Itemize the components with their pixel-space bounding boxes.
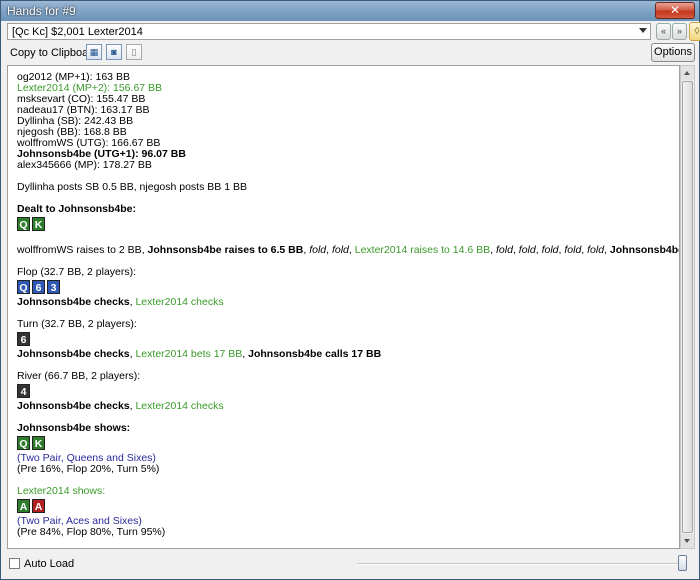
preflop-actions: wolffromWS raises to 2 BB, Johnsonsb4be …	[17, 244, 680, 256]
action-text: Johnsonsb4be calls 8.1 BB	[609, 244, 680, 256]
chevron-down-icon	[639, 28, 647, 33]
playing-card: Q	[17, 217, 30, 231]
showdown-cards: QK	[17, 436, 677, 452]
auto-load-checkbox[interactable]	[9, 558, 20, 569]
action-text: fold	[587, 244, 605, 256]
previous-hand-button[interactable]: «	[656, 23, 671, 40]
action-text: Johnsonsb4be calls 17 BB	[248, 348, 382, 360]
playing-card: A	[17, 499, 30, 513]
hole-cards: QK	[17, 217, 677, 233]
dealt-label: Dealt to Johnsonsb4be:	[17, 203, 137, 215]
action-text: Lexter2014 checks	[135, 400, 224, 412]
river-actions: Johnsonsb4be checks, Lexter2014 checks	[17, 401, 677, 412]
blinds-line: Dyllinha posts SB 0.5 BB, njegosh posts …	[17, 181, 247, 193]
clipboard-bar: Copy to Clipboard: ▦ ◙ ▯ Options	[5, 43, 695, 63]
close-button[interactable]: ✕	[655, 2, 695, 19]
hand-selector-dropdown[interactable]: [Qc Kc] $2,001 Lexter2014	[7, 23, 651, 40]
scroll-down-icon[interactable]	[681, 534, 694, 548]
playing-card: 6	[17, 332, 30, 346]
playing-card: 4	[17, 384, 30, 398]
options-button[interactable]: Options	[651, 43, 695, 62]
playing-card: Q	[17, 280, 30, 294]
next-hand-button[interactable]: »	[672, 23, 687, 40]
showdown-equity: (Pre 16%, Flop 20%, Turn 5%)	[17, 463, 160, 475]
turn-header: Turn (32.7 BB, 2 players):	[17, 318, 137, 330]
hand-selector-value: [Qc Kc] $2,001 Lexter2014	[12, 26, 143, 38]
showdown-equity: (Pre 84%, Flop 80%, Turn 95%)	[17, 526, 166, 538]
flop-cards: Q63	[17, 280, 677, 296]
playing-card: K	[32, 217, 45, 231]
player-stack-line: alex345666 (MP): 178.27 BB	[17, 159, 152, 171]
action-text: fold	[331, 244, 349, 256]
action-text: fold	[496, 244, 513, 256]
playing-card: 6	[32, 280, 45, 294]
showdown-cards: AA	[17, 499, 677, 515]
flop-header: Flop (32.7 BB, 2 players):	[17, 266, 137, 278]
turn-cards: 6	[17, 332, 677, 348]
action-text: Lexter2014 raises to 14.6 BB	[354, 244, 491, 256]
zoom-slider-thumb[interactable]	[678, 555, 687, 571]
scrollbar-thumb[interactable]	[682, 81, 693, 533]
river-header: River (66.7 BB, 2 players):	[17, 370, 141, 382]
bottom-bar: Auto Load	[5, 554, 695, 576]
auto-load-label: Auto Load	[24, 558, 75, 570]
hands-window: Hands for #9 ✕ [Qc Kc] $2,001 Lexter2014…	[0, 0, 700, 580]
window-title: Hands for #9	[7, 4, 76, 18]
hand-history-text: og2012 (MP+1): 163 BB Lexter2014 (MP+2): …	[17, 72, 680, 548]
tag-icon[interactable]: ◊	[689, 22, 700, 41]
action-text: Johnsonsb4be checks	[17, 348, 130, 360]
action-text: wolffromWS raises to 2 BB	[17, 244, 142, 256]
title-bar[interactable]: Hands for #9 ✕	[1, 1, 699, 21]
hand-history-view[interactable]: og2012 (MP+1): 163 BB Lexter2014 (MP+2): …	[7, 65, 680, 549]
action-text: fold	[564, 244, 582, 256]
action-text: Lexter2014 bets 17 BB	[135, 348, 243, 360]
zoom-slider-track[interactable]	[357, 563, 687, 565]
document-icon[interactable]: ▯	[126, 44, 142, 60]
flop-actions: Johnsonsb4be checks, Lexter2014 checks	[17, 297, 677, 308]
playing-card: 3	[47, 280, 60, 294]
playing-card: A	[32, 499, 45, 513]
turn-actions: Johnsonsb4be checks, Lexter2014 bets 17 …	[17, 349, 677, 360]
action-text: Johnsonsb4be raises to 6.5 BB	[147, 244, 304, 256]
action-text: Lexter2014 checks	[135, 296, 224, 308]
action-text: Johnsonsb4be checks	[17, 296, 130, 308]
action-text: fold	[518, 244, 536, 256]
save-disk-icon[interactable]: ◙	[106, 44, 122, 60]
action-text: fold	[309, 244, 327, 256]
action-text: fold	[541, 244, 559, 256]
vertical-scrollbar[interactable]	[680, 65, 695, 549]
hand-selector-bar: [Qc Kc] $2,001 Lexter2014 « » ◊	[5, 22, 700, 41]
playing-card: Q	[17, 436, 30, 450]
showdown-label: Lexter2014 shows:	[17, 485, 106, 497]
action-text: Johnsonsb4be checks	[17, 400, 130, 412]
showdown-label: Johnsonsb4be shows:	[17, 422, 131, 434]
playing-card: K	[32, 436, 45, 450]
river-cards: 4	[17, 384, 677, 400]
scroll-up-icon[interactable]	[681, 66, 694, 80]
clipboard-grid-icon[interactable]: ▦	[86, 44, 102, 60]
